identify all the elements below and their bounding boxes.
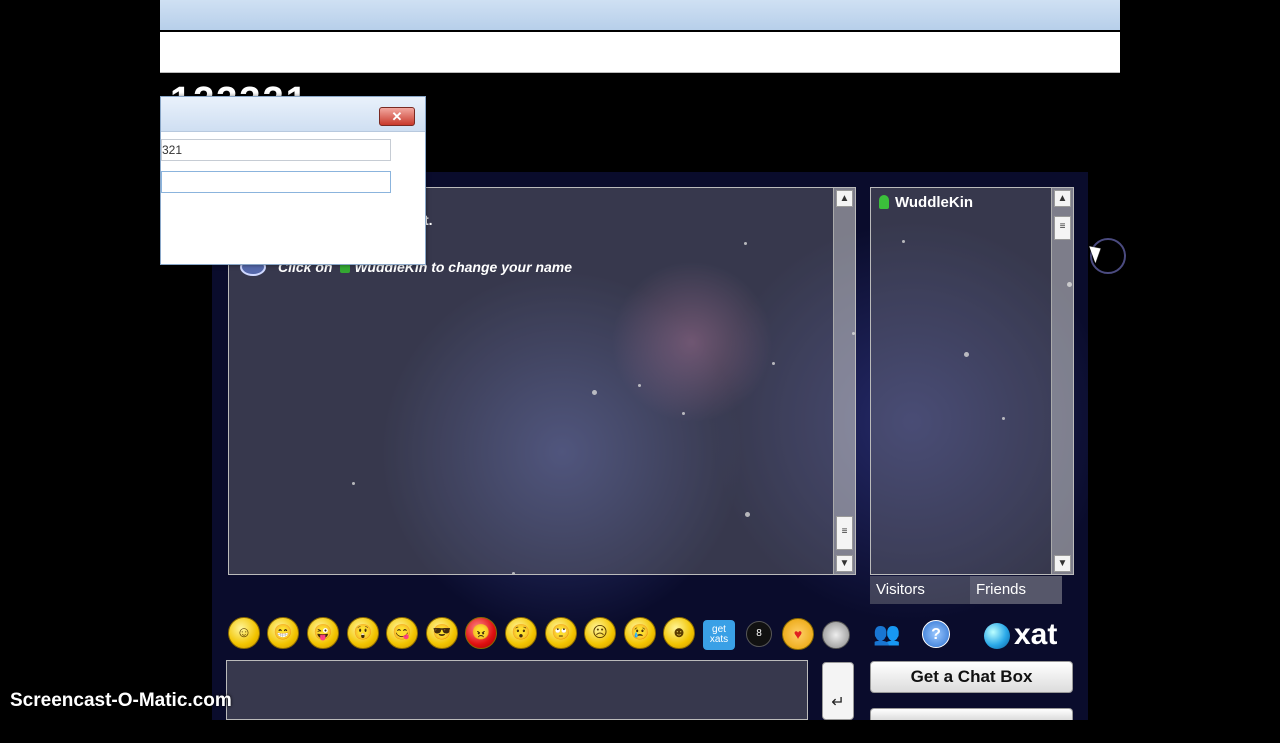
send-button[interactable]: ↵: [822, 662, 854, 720]
angry-icon[interactable]: 😠: [465, 617, 497, 649]
scroll-up-button[interactable]: ▲: [836, 190, 853, 207]
get-xats-button[interactable]: get xats: [703, 620, 735, 650]
scroll-thumb[interactable]: ≡: [836, 516, 853, 550]
secondary-button[interactable]: [870, 708, 1073, 720]
cool-icon[interactable]: 😎: [426, 617, 458, 649]
user-list-item[interactable]: WuddleKin: [879, 194, 973, 211]
close-button[interactable]: ✕: [379, 107, 415, 126]
system-message-suffix: to change your name: [431, 259, 573, 275]
grin-icon[interactable]: 😁: [267, 617, 299, 649]
get-chat-box-button[interactable]: Get a Chat Box: [870, 661, 1073, 693]
popup-titlebar: ✕: [161, 97, 425, 132]
tongue-icon[interactable]: 😋: [386, 617, 418, 649]
tab-visitors[interactable]: Visitors: [870, 576, 970, 604]
watermark: Screencast-O-Matic.com: [10, 690, 232, 711]
group-icon[interactable]: 👥: [872, 619, 902, 649]
popup-dialog: ✕ 321: [160, 96, 426, 265]
xat-logo[interactable]: xat: [984, 616, 1076, 656]
wink-icon[interactable]: 😜: [307, 617, 339, 649]
user-list-panel: WuddleKin ▲ ≡ ▼: [870, 187, 1074, 575]
xat-logo-text: xat: [1014, 618, 1058, 651]
surprised-icon[interactable]: 😯: [505, 617, 537, 649]
user-list-scrollbar[interactable]: ▲ ≡ ▼: [1051, 188, 1073, 574]
user-scroll-down-button[interactable]: ▼: [1054, 555, 1071, 572]
sad-icon[interactable]: ☹: [584, 617, 616, 649]
user-scroll-thumb[interactable]: ≡: [1054, 216, 1071, 240]
user-name: WuddleKin: [895, 194, 974, 211]
crying-icon[interactable]: 😢: [624, 617, 656, 649]
love-smiley-icon[interactable]: ♥: [782, 618, 814, 650]
message-scrollbar[interactable]: ▲ ≡ ▼: [833, 188, 855, 574]
popup-field-two[interactable]: [161, 171, 391, 193]
popup-field-one[interactable]: 321: [161, 139, 391, 161]
user-scroll-up-button[interactable]: ▲: [1054, 190, 1071, 207]
browser-titlebar: [160, 0, 1120, 30]
tab-friends[interactable]: Friends: [970, 576, 1062, 604]
smiley-icon[interactable]: ☺: [228, 617, 260, 649]
planet-icon: [984, 623, 1010, 649]
sound-icon[interactable]: [822, 621, 850, 649]
eight-ball-icon[interactable]: 8: [746, 621, 772, 647]
message-input[interactable]: [226, 660, 808, 720]
green-person-icon: [879, 195, 889, 209]
browser-toolbar: [160, 32, 1120, 73]
eyeroll-icon[interactable]: 🙄: [545, 617, 577, 649]
scroll-down-button[interactable]: ▼: [836, 555, 853, 572]
user-tabs: Visitors Friends: [870, 576, 1074, 604]
smile-icon[interactable]: ☻: [663, 617, 695, 649]
shocked-icon[interactable]: 😲: [347, 617, 379, 649]
help-icon[interactable]: ?: [922, 620, 950, 648]
